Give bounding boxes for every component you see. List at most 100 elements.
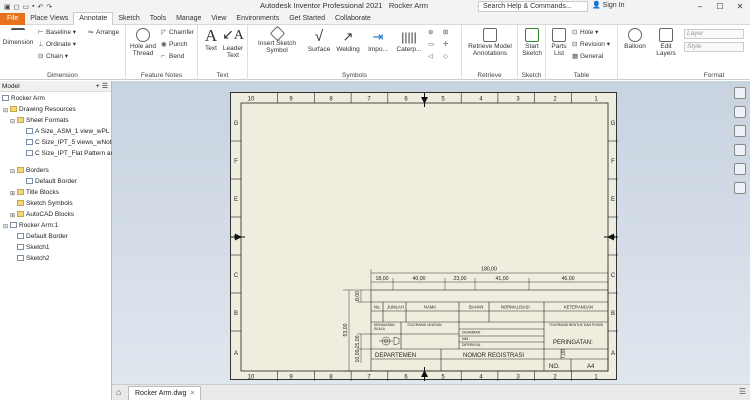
import-button[interactable]: ⇥ Impo... — [364, 28, 392, 53]
tab-manage[interactable]: Manage — [171, 13, 206, 25]
collapse-icon[interactable]: ⊟ — [3, 107, 8, 114]
save-icon[interactable]: ▪ — [32, 3, 34, 11]
baseline-button[interactable]: ⊢ Baseline ▾ — [38, 28, 76, 37]
parts-list-button[interactable]: Parts List — [548, 28, 570, 57]
graphics-window[interactable]: 10 9 8 7 6 5 4 3 2 1 10 9 8 7 6 5 4 3 2 … — [112, 81, 750, 384]
tree-root[interactable]: Rocker Arm — [2, 94, 45, 103]
maximize-icon[interactable]: ☐ — [710, 0, 730, 13]
tree-item-sheet-format-1[interactable]: A Size_ASM_1 view_wPL — [26, 127, 109, 136]
centermark-icon[interactable]: ✛ — [443, 40, 451, 49]
tree-item-drawing-resources[interactable]: Drawing Resources — [10, 105, 76, 114]
style-dropdown[interactable]: Style — [684, 42, 744, 52]
hole-thread-button[interactable]: Hole and Thread — [128, 28, 158, 57]
bend-icon: ⌐ — [161, 53, 165, 60]
collapse-icon[interactable]: ⊟ — [3, 223, 8, 230]
parts-list-icon — [552, 28, 566, 42]
retrieve-model-annotations-button[interactable]: Retrieve Model Annotations — [466, 28, 514, 57]
open-icon[interactable]: ▭ — [22, 3, 29, 11]
zone-row-label: B — [611, 311, 615, 317]
tab-get-started[interactable]: Get Started — [284, 13, 330, 25]
home-icon[interactable]: ⌂ — [116, 388, 126, 397]
zone-row-label: C — [611, 273, 616, 279]
window-controls: – ☐ ✕ — [690, 0, 750, 13]
tree-item-default-border[interactable]: Default Border — [26, 177, 77, 186]
caterpillar-button[interactable]: ||||| Caterp... — [394, 28, 424, 53]
edit-layers-button[interactable]: Edit Layers — [652, 28, 680, 57]
minimize-icon[interactable]: – — [690, 0, 710, 13]
tree-item-label: Title Blocks — [26, 189, 59, 196]
ordinate-button[interactable]: ⊥ Ordinate ▾ — [38, 40, 76, 49]
expand-icon[interactable]: ⊞ — [10, 190, 15, 197]
tree-item-sketch1[interactable]: Sketch1 — [17, 243, 50, 252]
revision-button[interactable]: ⊟ Revision ▾ — [572, 40, 610, 49]
redo-icon[interactable]: ↷ — [46, 3, 52, 11]
tree-item-sketch2[interactable]: Sketch2 — [17, 254, 50, 263]
tb-departemen: DEPARTEMEN — [375, 353, 416, 359]
zoom-icon[interactable] — [734, 144, 746, 156]
tree-item-sheet-formats[interactable]: Sheet Formats — [17, 116, 69, 125]
tree-item-sheet-format-3[interactable]: C Size_IPT_Flat Pattern and — [26, 149, 118, 158]
app-title: Autodesk Inventor Professional 2021 — [260, 1, 383, 10]
close-tab-icon[interactable]: × — [190, 390, 194, 397]
tab-sketch[interactable]: Sketch — [113, 13, 144, 25]
collapse-icon[interactable]: ⊟ — [10, 168, 15, 175]
expand-icon[interactable]: ⊞ — [10, 212, 15, 219]
collapse-icon[interactable]: ⊟ — [10, 118, 15, 125]
zone-col-label: 2 — [553, 375, 557, 381]
tab-file[interactable]: File — [0, 12, 26, 25]
search-input[interactable]: Search Help & Commands... — [478, 1, 588, 12]
feature-control-icon[interactable]: ⊞ — [443, 28, 451, 37]
browser-add-icon[interactable]: + ☰ — [96, 82, 108, 90]
tree-item-autocad-blocks[interactable]: AutoCAD Blocks — [17, 210, 74, 219]
insert-sketch-symbol-button[interactable]: Insert Sketch Symbol — [254, 25, 300, 54]
surface-button[interactable]: √ Surface — [306, 28, 332, 53]
layer-dropdown[interactable]: Layer — [684, 29, 744, 39]
punch-button[interactable]: ◉ Punch — [161, 40, 187, 49]
leader-text-button[interactable]: ↙A Leader Text — [221, 27, 245, 59]
drawing-sheet[interactable]: 10 9 8 7 6 5 4 3 2 1 10 9 8 7 6 5 4 3 2 … — [230, 92, 618, 381]
new-file-icon[interactable]: ◻ — [14, 3, 20, 11]
close-icon[interactable]: ✕ — [730, 0, 750, 13]
tree-item-title-blocks[interactable]: Title Blocks — [17, 188, 59, 197]
feature-notes-group: Hole and Thread ◸ Chamfer ◉ Punch ⌐ Bend Fe… — [126, 25, 198, 80]
datum-identifier-icon[interactable]: ▭ — [428, 40, 436, 49]
tab-view[interactable]: View — [206, 13, 231, 25]
tab-collaborate[interactable]: Collaborate — [330, 13, 376, 25]
document-tab[interactable]: Rocker Arm.dwg × — [128, 386, 202, 400]
bend-button[interactable]: ⌐ Bend — [161, 52, 184, 61]
full-navigation-wheel-icon[interactable] — [734, 106, 746, 118]
zoom-window-icon[interactable] — [734, 163, 746, 175]
tab-tools[interactable]: Tools — [145, 13, 171, 25]
tree-item-sheet[interactable]: Rocker Arm:1 — [10, 221, 58, 230]
end-fill-icon[interactable]: ◇ — [443, 52, 451, 61]
dimension-button[interactable]: Dimension — [2, 28, 34, 46]
balloon-button[interactable]: Balloon — [620, 28, 650, 50]
hole-table-button[interactable]: ⊡ Hole ▾ — [572, 28, 598, 37]
browser-tab-model[interactable]: Model — [2, 83, 20, 90]
arrange-button[interactable]: ⇋ Arrange — [88, 28, 119, 37]
viewcube-icon[interactable] — [734, 87, 746, 99]
undo-icon[interactable]: ↶ — [38, 3, 44, 11]
tree-item-borders[interactable]: Borders — [17, 166, 49, 175]
app-menu-icon[interactable]: ▣ — [4, 3, 11, 11]
zoom-all-icon[interactable] — [734, 182, 746, 194]
pan-icon[interactable] — [734, 125, 746, 137]
tab-annotate[interactable]: Annotate — [73, 12, 114, 25]
welding-button[interactable]: ↗ Welding — [334, 28, 362, 53]
datum-target-icon[interactable]: ⊕ — [428, 28, 436, 37]
tree-item-sheet-format-2[interactable]: C Size_IPT_5 views_wNote — [26, 138, 115, 147]
general-table-button[interactable]: ▦ General — [572, 52, 603, 61]
tab-place-views[interactable]: Place Views — [25, 13, 73, 25]
taper-icon[interactable]: ◁ — [428, 52, 436, 61]
chain-button[interactable]: ⊟ Chain ▾ — [38, 52, 68, 61]
retrieve-group-label: Retrieve — [477, 72, 502, 79]
tab-menu-icon[interactable]: ☰ — [739, 387, 746, 396]
ordinate-label: Ordinate — [46, 41, 71, 48]
tree-item-sketch-symbols[interactable]: Sketch Symbols — [17, 199, 73, 208]
sign-in-button[interactable]: 👤 Sign In — [592, 1, 624, 9]
text-button[interactable]: A Text — [201, 27, 221, 53]
tab-environments[interactable]: Environments — [231, 13, 284, 25]
start-sketch-button[interactable]: Start Sketch — [520, 28, 544, 57]
tree-item-sheet-border[interactable]: Default Border — [17, 232, 68, 241]
chamfer-button[interactable]: ◸ Chamfer — [161, 28, 194, 37]
